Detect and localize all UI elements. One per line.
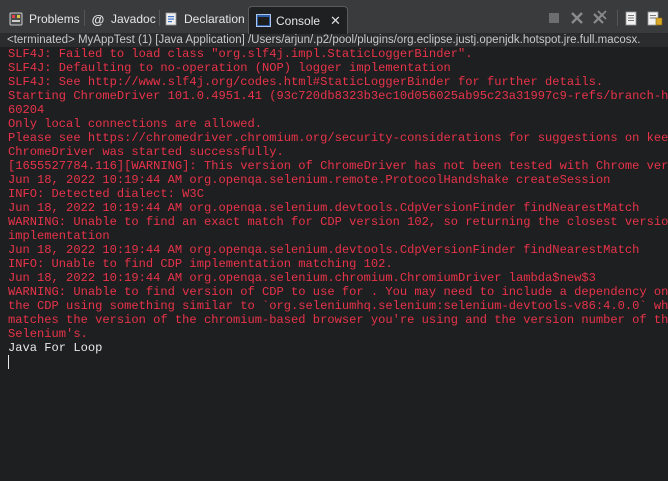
- console-line: SLF4J: Defaulting to no-operation (NOP) …: [8, 61, 451, 75]
- tab-label: Declaration: [184, 12, 245, 26]
- tab-console[interactable]: Console ✕: [248, 6, 348, 34]
- console-line: Jun 18, 2022 10:19:44 AM org.openqa.sele…: [8, 243, 640, 257]
- tab-problems[interactable]: Problems: [8, 6, 80, 32]
- console-line: SLF4J: Failed to load class "org.slf4j.i…: [8, 47, 473, 61]
- console-icon: [255, 13, 271, 29]
- console-line: WARNING: Unable to find version of CDP t…: [8, 285, 668, 299]
- remove-launch-icon[interactable]: [567, 8, 587, 28]
- console-line: INFO: Unable to find CDP implementation …: [8, 257, 393, 271]
- console-line: 60204: [8, 103, 45, 117]
- remove-all-terminated-icon[interactable]: [590, 8, 610, 28]
- console-line: Only local connections are allowed.: [8, 117, 263, 131]
- toolbar-separator: [617, 10, 618, 26]
- view-tab-bar: Problems @ Javadoc Declaration Console ✕: [0, 0, 668, 34]
- text-cursor: [8, 355, 9, 369]
- tab-separator: [159, 10, 160, 26]
- console-line: matches the version of the chromium-base…: [8, 313, 668, 327]
- console-output[interactable]: SLF4J: Failed to load class "org.slf4j.i…: [0, 47, 668, 481]
- scroll-lock-icon[interactable]: [645, 8, 665, 28]
- console-line: Please see https://chromedriver.chromium…: [8, 131, 668, 145]
- console-line: [1655527784.116][WARNING]: This version …: [8, 159, 668, 173]
- console-line: the CDP using something similar to `org.…: [8, 299, 668, 313]
- tab-label: Javadoc: [111, 12, 156, 26]
- console-line: Jun 18, 2022 10:19:44 AM org.openqa.sele…: [8, 271, 596, 285]
- console-line: WARNING: Unable to find an exact match f…: [8, 215, 668, 229]
- console-line: SLF4J: See http://www.slf4j.org/codes.ht…: [8, 75, 604, 89]
- javadoc-icon: @: [91, 11, 105, 27]
- terminate-icon[interactable]: [544, 8, 564, 28]
- tab-separator: [84, 10, 85, 26]
- console-line: ChromeDriver was started successfully.: [8, 145, 284, 159]
- console-line: Jun 18, 2022 10:19:44 AM org.openqa.sele…: [8, 201, 640, 215]
- console-line: implementation: [8, 229, 110, 243]
- clear-console-icon[interactable]: [622, 8, 642, 28]
- tab-label: Problems: [29, 12, 80, 26]
- console-toolbar: [544, 8, 668, 28]
- tab-declaration[interactable]: Declaration: [163, 6, 245, 32]
- tab-label: Console: [276, 13, 321, 28]
- program-output-line: Java For Loop: [8, 341, 103, 355]
- console-line: INFO: Detected dialect: W3C: [8, 187, 204, 201]
- declaration-icon: [163, 11, 179, 27]
- tab-javadoc[interactable]: @ Javadoc: [90, 6, 156, 32]
- launch-status-line: <terminated> MyAppTest (1) [Java Applica…: [0, 34, 668, 47]
- close-icon[interactable]: ✕: [330, 14, 341, 27]
- problems-icon: [8, 11, 24, 27]
- console-line: Jun 18, 2022 10:19:44 AM org.openqa.sele…: [8, 173, 611, 187]
- console-line: Starting ChromeDriver 101.0.4951.41 (93c…: [8, 89, 668, 103]
- console-line: Selenium's.: [8, 327, 88, 341]
